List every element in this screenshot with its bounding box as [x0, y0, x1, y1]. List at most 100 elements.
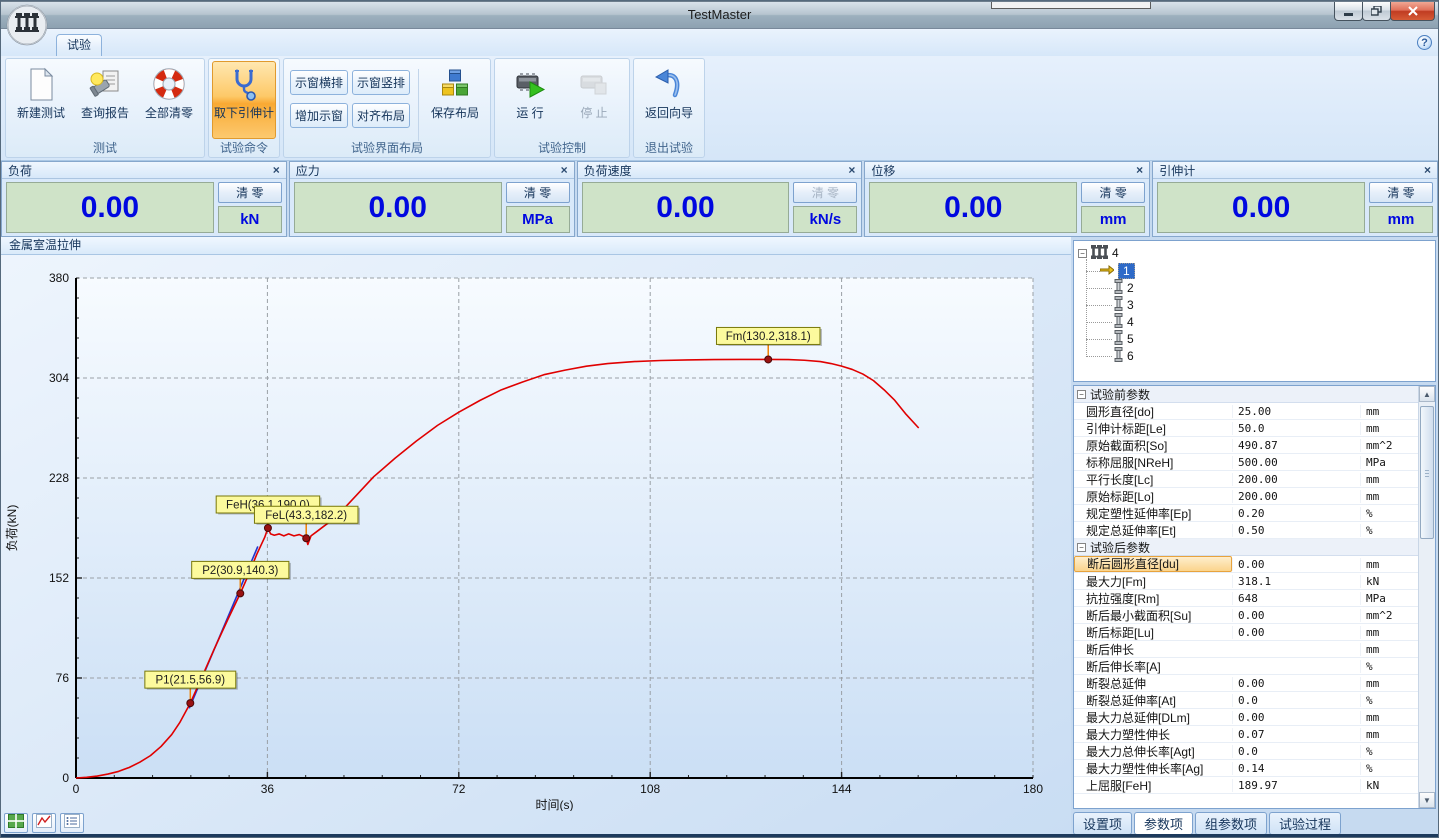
param-row[interactable]: 平行长度[Lc]200.00mm	[1074, 471, 1418, 488]
minimize-button[interactable]	[1334, 2, 1363, 21]
param-row[interactable]: 抗拉强度[Rm]648MPa	[1074, 590, 1418, 607]
param-row[interactable]: 标称屈服[NReH]500.00MPa	[1074, 454, 1418, 471]
collapse-icon[interactable]: −	[1077, 543, 1086, 552]
param-row[interactable]: 规定塑性延伸率[Ep]0.20%	[1074, 505, 1418, 522]
specimen-icon	[1114, 313, 1123, 331]
param-value: 0.00	[1232, 609, 1360, 622]
param-name: 圆形直径[do]	[1074, 403, 1232, 420]
tree-root[interactable]: −4	[1078, 245, 1119, 261]
tree-item-6[interactable]: 6	[1114, 348, 1134, 364]
doc-tab-metal-tensile[interactable]: 金属室温拉伸	[9, 238, 81, 252]
small-button-1[interactable]: 示窗竖排	[352, 70, 410, 95]
tree-item-2[interactable]: 2	[1114, 280, 1134, 296]
param-group-header[interactable]: −试验后参数	[1074, 539, 1418, 556]
param-row[interactable]: 断后最小截面积[Su]0.00mm^2	[1074, 607, 1418, 624]
param-row[interactable]: 最大力总延伸[DLm]0.00mm	[1074, 709, 1418, 726]
close-icon[interactable]: ×	[1424, 164, 1431, 176]
bottom-tab-1[interactable]: 参数项	[1134, 812, 1193, 835]
scroll-thumb[interactable]	[1420, 406, 1434, 539]
ribbon-button-save-layout[interactable]: 保存布局	[423, 61, 487, 139]
collapse-icon[interactable]: −	[1077, 390, 1086, 399]
param-row[interactable]: 断裂总延伸0.00mm	[1074, 675, 1418, 692]
tree-item-5[interactable]: 5	[1114, 331, 1134, 347]
param-row[interactable]: 最大力塑性伸长0.07mm	[1074, 726, 1418, 743]
value-display: 0.00	[582, 182, 790, 233]
bottom-tab-2[interactable]: 组参数项	[1195, 812, 1267, 835]
param-unit: kN	[1360, 575, 1418, 588]
param-unit: mm	[1360, 473, 1418, 486]
help-icon[interactable]: ?	[1417, 35, 1432, 50]
measure-panel-titlebar[interactable]: 应力×	[290, 162, 574, 179]
param-row[interactable]: 断后圆形直径[du]0.00mm	[1074, 556, 1418, 573]
ribbon-button-back-wizard[interactable]: 返回向导	[637, 61, 701, 139]
ribbon-button-query-report[interactable]: 查询报告	[73, 61, 137, 139]
measure-panel-titlebar[interactable]: 引伸计×	[1153, 162, 1437, 179]
param-row[interactable]: 引伸计标距[Le]50.0mm	[1074, 420, 1418, 437]
param-row[interactable]: 最大力总伸长率[Agt]0.0%	[1074, 743, 1418, 760]
tree-item-1[interactable]: 1	[1100, 263, 1135, 279]
clear-zero-button[interactable]: 清 零	[1369, 182, 1433, 203]
small-button-3[interactable]: 对齐布局	[352, 103, 410, 128]
close-icon[interactable]: ×	[273, 164, 280, 176]
scroll-down-icon[interactable]: ▼	[1419, 792, 1435, 808]
param-row[interactable]: 原始截面积[So]490.87mm^2	[1074, 437, 1418, 454]
ribbon-button-new-test[interactable]: 新建测试	[9, 61, 73, 139]
param-row[interactable]: 断裂总延伸率[At]0.0%	[1074, 692, 1418, 709]
close-icon[interactable]: ×	[848, 164, 855, 176]
measure-panel-titlebar[interactable]: 位移×	[865, 162, 1149, 179]
param-row[interactable]: 原始标距[Lo]200.00mm	[1074, 488, 1418, 505]
tree-item-4[interactable]: 4	[1114, 314, 1134, 330]
clear-zero-button[interactable]: 清 零	[1081, 182, 1145, 203]
param-value: 0.14	[1232, 762, 1360, 775]
measure-panel-titlebar[interactable]: 负荷速度×	[578, 162, 862, 179]
close-icon[interactable]: ×	[1136, 164, 1143, 176]
scroll-up-icon[interactable]: ▲	[1419, 386, 1435, 402]
small-button-2[interactable]: 增加示窗	[290, 103, 348, 128]
small-button-0[interactable]: 示窗横排	[290, 70, 348, 95]
measure-panel-body: 0.00清 零MPa	[290, 179, 574, 236]
app-icon[interactable]	[6, 4, 48, 46]
close-button[interactable]	[1390, 2, 1435, 21]
ribbon-button-clear-all[interactable]: 全部清零	[137, 61, 201, 139]
param-row[interactable]: 最大力塑性伸长率[Ag]0.14%	[1074, 760, 1418, 777]
specimen-icon	[1114, 330, 1123, 348]
group-divider	[418, 69, 419, 141]
collapse-icon[interactable]: −	[1078, 249, 1087, 258]
restore-button[interactable]	[1362, 2, 1391, 21]
bottom-tab-0[interactable]: 设置项	[1073, 812, 1132, 835]
bottom-tab-3[interactable]: 试验过程	[1269, 812, 1341, 835]
load-time-chart[interactable]: 07615222830438003672108144180负荷(kN)时间(s)…	[1, 255, 1071, 811]
ribbon-button-extensometer[interactable]: 取下引伸计	[212, 61, 276, 139]
tab-test[interactable]: 试验	[56, 34, 102, 56]
param-name: 标称屈服[NReH]	[1074, 454, 1232, 471]
chart-plot-area[interactable]	[76, 278, 1033, 778]
tree-item-3[interactable]: 3	[1114, 297, 1134, 313]
param-group-header[interactable]: −试验前参数	[1074, 386, 1418, 403]
param-value: 25.00	[1232, 405, 1360, 418]
param-name: 上屈服[FeH]	[1074, 777, 1232, 794]
clear-zero-button[interactable]: 清 零	[218, 182, 282, 203]
titlebar[interactable]: TestMaster	[1, 1, 1438, 29]
clear-zero-button[interactable]: 清 零	[506, 182, 570, 203]
chart-toolbar	[4, 813, 84, 833]
param-name: 平行长度[Lc]	[1074, 471, 1232, 488]
close-icon[interactable]: ×	[561, 164, 568, 176]
param-row[interactable]: 断后标距[Lu]0.00mm	[1074, 624, 1418, 641]
param-row[interactable]: 规定总延伸率[Et]0.50%	[1074, 522, 1418, 539]
y-tick-label: 380	[49, 271, 69, 285]
measure-panel-body: 0.00清 零kN	[2, 179, 286, 236]
param-row[interactable]: 最大力[Fm]318.1kN	[1074, 573, 1418, 590]
ribbon-button-run[interactable]: 运 行	[498, 61, 562, 139]
tile-windows-button[interactable]	[4, 813, 28, 833]
param-row[interactable]: 断后伸长率[A]%	[1074, 658, 1418, 675]
value-display: 0.00	[6, 182, 214, 233]
scrollbar[interactable]: ▲ ▼	[1418, 386, 1435, 808]
list-button[interactable]	[60, 813, 84, 833]
param-row[interactable]: 断后伸长mm	[1074, 641, 1418, 658]
param-row[interactable]: 圆形直径[do]25.00mm	[1074, 403, 1418, 420]
measure-panel-titlebar[interactable]: 负荷×	[2, 162, 286, 179]
x-tick-label: 72	[452, 782, 466, 796]
curve-button[interactable]	[32, 813, 56, 833]
panel-right-column: 清 零kN	[218, 182, 282, 233]
param-row[interactable]: 上屈服[FeH]189.97kN	[1074, 777, 1418, 794]
